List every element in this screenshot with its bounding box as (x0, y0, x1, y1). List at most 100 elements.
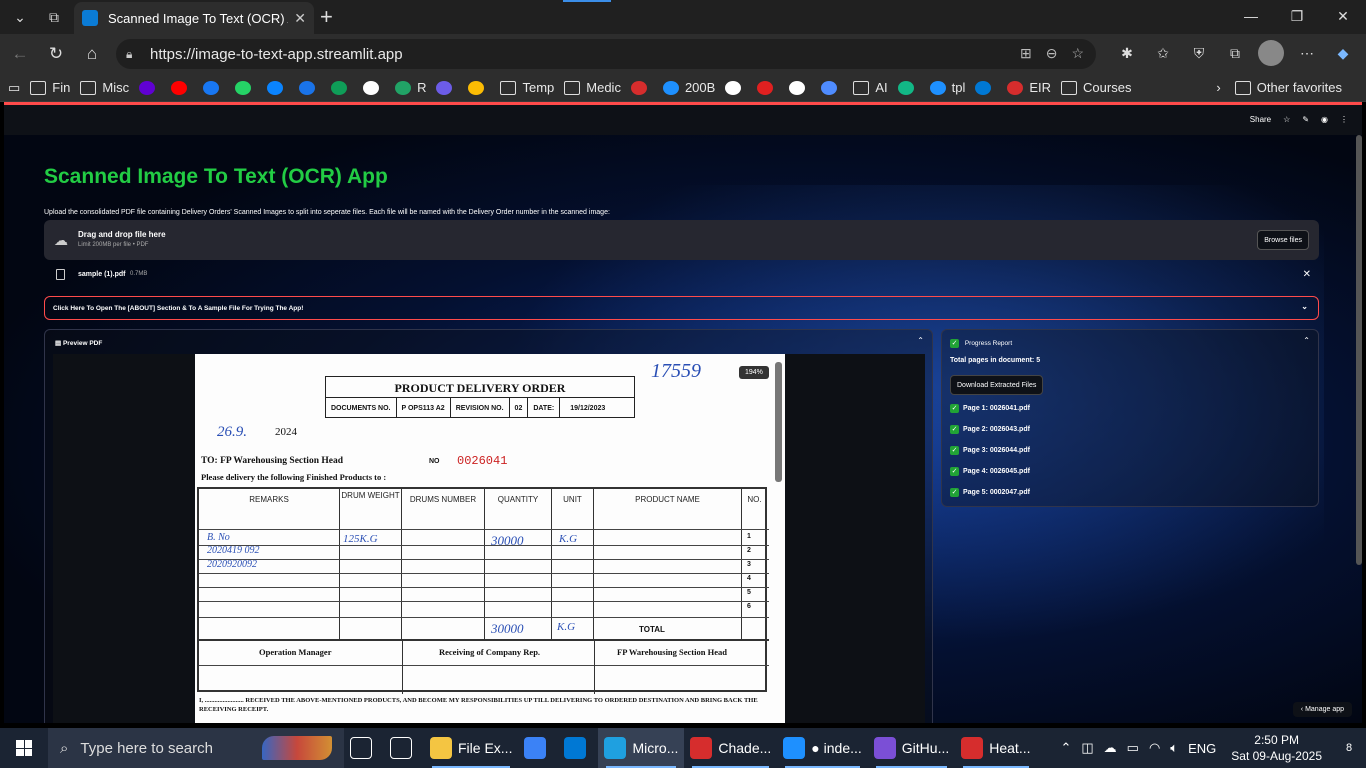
tab-actions-chevron-icon[interactable]: ⌄ (6, 3, 34, 31)
pdf-viewer[interactable]: 17559 PRODUCT DELIVERY ORDER DOCUMENTS N… (53, 354, 925, 723)
favorite-star-icon[interactable]: ☆ (1071, 45, 1084, 62)
profile-avatar-icon[interactable] (1258, 40, 1284, 66)
browser-essentials-icon[interactable]: ⛨ (1186, 40, 1212, 66)
tray-app-icon[interactable]: ☁ (1104, 740, 1117, 756)
workspaces-icon[interactable]: ⧉ (40, 3, 68, 31)
taskbar-app-task-view[interactable] (344, 728, 384, 768)
remove-file-icon[interactable]: ✕ (1303, 269, 1311, 280)
new-tab-icon[interactable]: + (320, 4, 333, 30)
restore-icon[interactable]: ❐ (1274, 0, 1320, 32)
taskbar-app-copilot[interactable] (384, 728, 424, 768)
favorite-item[interactable] (630, 80, 653, 95)
favorite-item[interactable]: EIR (1007, 80, 1051, 95)
favorite-item[interactable] (468, 80, 490, 95)
back-icon[interactable]: ← (4, 38, 36, 70)
favorite-item[interactable] (139, 80, 161, 95)
taskbar-app-edge[interactable]: Micro... (598, 728, 685, 768)
favorite-item[interactable]: Fin (30, 80, 70, 95)
sidebar-toggle-icon[interactable]: ▭ (8, 80, 20, 96)
crown-icon (757, 80, 774, 95)
favorite-item[interactable] (363, 80, 385, 95)
favorite-item[interactable] (171, 80, 193, 95)
taskbar-app-file-explorer[interactable]: File Ex... (424, 728, 518, 768)
favorite-item[interactable]: Temp (500, 80, 554, 95)
manage-app-button[interactable]: ‹ Manage app (1292, 702, 1352, 717)
favorite-item[interactable] (725, 80, 747, 95)
network-icon[interactable]: ◠ (1149, 740, 1160, 756)
favorite-item[interactable]: 200B (662, 80, 715, 95)
favorite-item[interactable]: Medic (564, 80, 621, 95)
github-icon[interactable]: ◉ (1321, 115, 1328, 124)
folder-icon (30, 80, 47, 95)
address-bar[interactable]: 🔒︎ https://image-to-text-app.streamlit.a… (116, 39, 1096, 69)
favorites-icon[interactable]: ✩ (1150, 40, 1176, 66)
favorite-item[interactable]: Courses (1061, 80, 1131, 95)
taskbar-search[interactable]: ⌕ Type here to search (48, 728, 344, 768)
pdf-scrollbar[interactable] (775, 362, 782, 482)
home-icon[interactable]: ⌂ (76, 38, 108, 70)
other-favorites[interactable]: Other favorites (1234, 80, 1342, 95)
favorite-label: Courses (1083, 80, 1132, 95)
battery-icon[interactable]: ▭ (1127, 740, 1139, 756)
refresh-icon[interactable]: ↻ (40, 38, 72, 70)
favorite-item[interactable]: R (395, 80, 426, 95)
favorite-item[interactable] (789, 80, 811, 95)
window-controls: — ❐ ✕ (1228, 0, 1366, 32)
close-tab-icon[interactable]: ✕ (294, 10, 306, 27)
copilot-icon[interactable]: ◆ (1330, 40, 1356, 66)
download-extracted-files-button[interactable]: Download Extracted Files (950, 375, 1044, 395)
browser-tab-active[interactable]: Scanned Image To Text (OCR) App ✕ (74, 2, 314, 34)
file-uploader-dropzone[interactable]: ☁ Drag and drop file here Limit 200MB pe… (44, 220, 1319, 260)
edit-icon[interactable]: ✎ (1302, 115, 1309, 124)
language-indicator[interactable]: ENG (1188, 741, 1216, 756)
preview-pdf-label[interactable]: ▤ Preview PDF (55, 339, 102, 347)
chevron-up-icon[interactable]: ⌃ (917, 336, 924, 345)
clock[interactable]: 2:50 PM Sat 09-Aug-2025 (1231, 732, 1322, 764)
star-icon[interactable]: ☆ (1283, 115, 1290, 124)
favorite-item[interactable] (897, 80, 920, 95)
volume-icon[interactable]: 🔈︎ (1170, 740, 1178, 756)
about-expander[interactable]: Click Here To Open The [ABOUT] Section &… (44, 296, 1319, 320)
taskbar-app-pdf[interactable]: Chade... (684, 728, 777, 768)
meet-now-icon[interactable]: ◫ (1081, 740, 1093, 756)
favorite-item[interactable] (975, 80, 997, 95)
tray-overflow-chevron-icon[interactable]: ⌃ (1060, 740, 1071, 756)
app-available-icon[interactable]: ⊞ (1020, 45, 1032, 62)
favorite-item[interactable] (331, 80, 353, 95)
favorite-item[interactable] (203, 80, 225, 95)
more-menu-icon[interactable]: ⋯ (1294, 40, 1320, 66)
favorite-item[interactable]: AI (853, 80, 888, 95)
notifications-icon[interactable]: 8 (1337, 736, 1361, 760)
close-window-icon[interactable]: ✕ (1320, 0, 1366, 32)
favorite-item[interactable]: tpl (929, 80, 965, 95)
favorite-item[interactable] (821, 80, 843, 95)
notification-count: 8 (1345, 742, 1353, 754)
favorite-item[interactable] (235, 80, 257, 95)
browse-files-button[interactable]: Browse files (1257, 230, 1309, 250)
taskbar-app-vscode[interactable]: ● inde... (777, 728, 867, 768)
zoom-icon[interactable]: ⊖ (1046, 45, 1058, 62)
taskbar-app-heat[interactable]: Heat... (955, 728, 1036, 768)
main-menu-icon[interactable]: ⋮ (1340, 115, 1348, 124)
taskbar-app-store[interactable] (518, 728, 558, 768)
pdf-icon (690, 737, 713, 759)
favorite-item[interactable] (267, 80, 289, 95)
start-button[interactable] (0, 728, 48, 768)
extensions-icon[interactable]: ✱ (1114, 40, 1140, 66)
taskbar-app-github-desktop[interactable]: GitHu... (868, 728, 955, 768)
url-text[interactable]: https://image-to-text-app.streamlit.app (150, 46, 403, 63)
favorite-item[interactable] (436, 80, 458, 95)
progress-report-label[interactable]: ✓ Progress Report (950, 339, 1012, 348)
minimize-icon[interactable]: — (1228, 0, 1274, 32)
site-info-icon[interactable]: 🔒︎ (126, 47, 144, 62)
favorites-overflow-chevron-icon[interactable]: › (1216, 80, 1220, 95)
collections-icon[interactable]: ⧉ (1222, 40, 1248, 66)
page-scrollbar[interactable] (1356, 135, 1362, 565)
favorite-item[interactable]: Misc (80, 80, 129, 95)
share-button[interactable]: Share (1250, 115, 1271, 124)
taskbar-app-outlook[interactable] (558, 728, 598, 768)
favorite-item[interactable] (757, 80, 779, 95)
favorite-item[interactable] (299, 80, 321, 95)
chevron-up-icon[interactable]: ⌃ (1303, 336, 1310, 345)
folder-icon (1061, 80, 1078, 95)
